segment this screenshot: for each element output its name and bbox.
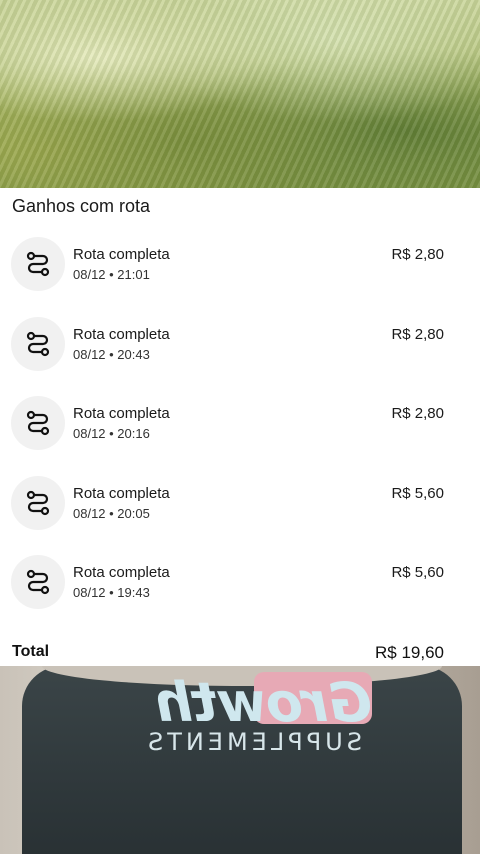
panel-title: Ganhos com rota xyxy=(12,196,151,216)
route-icon xyxy=(11,475,65,530)
item-amount: R$ 2,80 xyxy=(391,325,444,343)
item-label: Rota completa xyxy=(73,484,170,502)
item-datetime: 08/12 • 20:43 xyxy=(73,346,150,362)
total-value: R$ 19,60 xyxy=(375,643,444,662)
route-icon xyxy=(11,396,65,450)
item-label: Rota completa xyxy=(73,564,170,581)
item-label: Rota completa xyxy=(73,246,170,263)
shirt: Growth SUPPLEMENTS xyxy=(22,666,462,854)
list-item[interactable]: Rota completa 08/12 • 21:01 R$ 2,80 xyxy=(0,228,480,308)
route-icon xyxy=(11,555,65,609)
item-datetime: 08/12 • 21:01 xyxy=(73,267,150,282)
earnings-list: Rota completa 08/12 • 21:01 R$ 2,80 Rota… xyxy=(0,228,480,626)
total-label: Total xyxy=(12,643,50,660)
list-item[interactable]: Rota completa 08/12 • 20:05 R$ 5,60 xyxy=(0,467,480,547)
background-photo-trees xyxy=(0,0,480,188)
background-photo-shirt: Growth SUPPLEMENTS xyxy=(0,666,480,854)
item-amount: R$ 5,60 xyxy=(391,564,444,581)
item-label: Rota completa xyxy=(73,325,170,343)
list-item[interactable]: Rota completa 08/12 • 19:43 R$ 5,60 xyxy=(0,546,480,626)
route-icon xyxy=(11,237,65,291)
foliage-texture xyxy=(0,0,480,188)
shirt-tagline: SUPPLEMENTS xyxy=(144,728,362,756)
item-datetime: 08/12 • 20:16 xyxy=(73,426,150,441)
list-item[interactable]: Rota completa 08/12 • 20:43 R$ 2,80 xyxy=(0,308,480,388)
route-icon xyxy=(11,316,65,371)
route-earnings-panel: Ganhos com rota Rota completa 08/12 • 21… xyxy=(0,188,480,666)
item-amount: R$ 5,60 xyxy=(391,484,444,502)
list-item[interactable]: Rota completa 08/12 • 20:16 R$ 2,80 xyxy=(0,387,480,467)
item-datetime: 08/12 • 20:05 xyxy=(73,505,150,521)
item-amount: R$ 2,80 xyxy=(391,246,444,263)
item-label: Rota completa xyxy=(73,405,170,422)
item-amount: R$ 2,80 xyxy=(391,405,444,422)
item-datetime: 08/12 • 19:43 xyxy=(73,585,150,600)
shirt-logo-text: Growth xyxy=(155,671,372,734)
